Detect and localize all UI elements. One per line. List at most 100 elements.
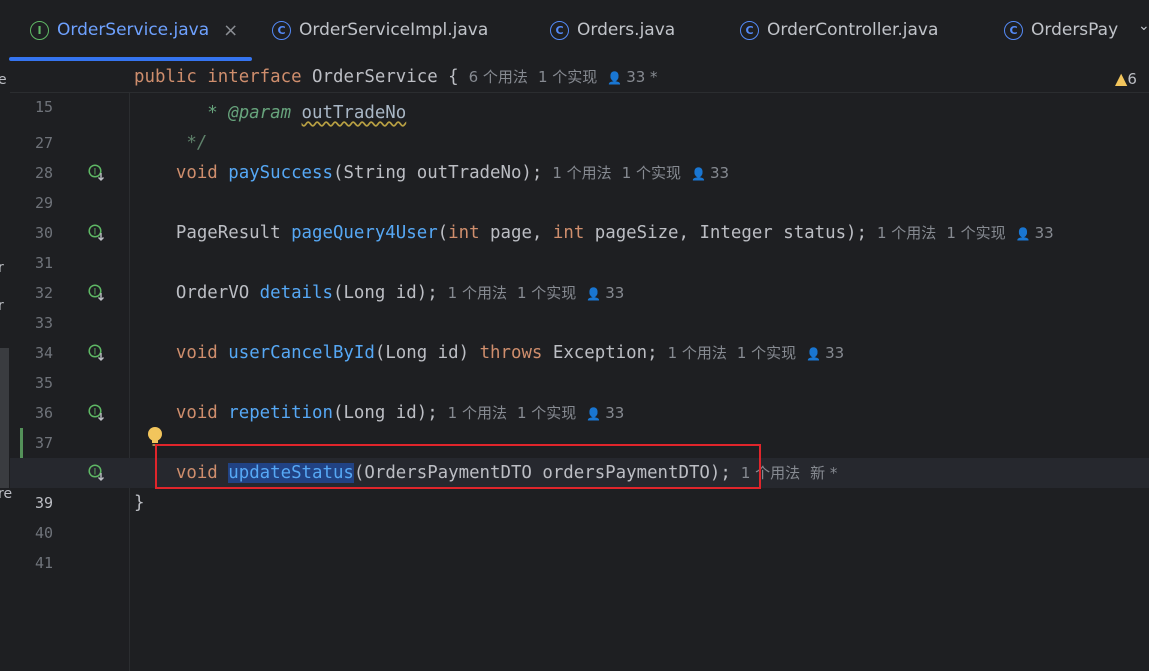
implemented-method-icon[interactable]: I — [88, 464, 106, 482]
author-hint[interactable]: 👤 33 * — [607, 68, 657, 86]
warning-triangle-icon: ▲ — [1115, 69, 1128, 88]
implementations-hint[interactable]: 1 个实现 — [517, 284, 576, 302]
code-text[interactable]: } — [134, 488, 144, 518]
annotation-highlight-box — [155, 444, 761, 489]
author-hint[interactable]: 👤 33 — [806, 344, 844, 362]
new-author-hint[interactable]: 新 * — [810, 464, 837, 482]
code-line: 35 I void userCancelById(Long id) throws… — [0, 338, 1149, 392]
chevron-down-icon[interactable]: ⌄ — [1138, 18, 1149, 34]
author-hint[interactable]: 👤 33 — [586, 404, 624, 422]
author-hint[interactable]: 👤 33 — [1016, 224, 1054, 242]
implemented-method-icon[interactable]: I — [88, 224, 106, 242]
person-icon: 👤 — [586, 287, 602, 301]
author-label: 33 — [1034, 224, 1054, 242]
class-icon: C — [1004, 20, 1023, 40]
closing-brace: } — [134, 493, 145, 513]
javadoc-tag: * @param — [207, 103, 292, 123]
method-args: (Long id) — [374, 343, 480, 363]
inspection-widget[interactable]: ▲6 — [1115, 69, 1137, 88]
left-panel-edge: e r r re — [0, 62, 12, 671]
implementations-hint[interactable]: 1 个实现 — [517, 404, 576, 422]
left-fragment: r — [0, 260, 4, 276]
person-icon: 👤 — [691, 167, 706, 181]
code-text[interactable]: */ — [134, 128, 207, 158]
code-line: 36 — [0, 368, 1149, 422]
left-fragment: r — [0, 298, 4, 314]
method-args: Exception; — [542, 343, 658, 363]
usages-hint[interactable]: 1 个用法 — [877, 224, 936, 242]
svg-text:I: I — [94, 288, 97, 298]
code-text[interactable]: void paySuccess(String outTradeNo); 1 个用法… — [134, 158, 729, 189]
usages-hint[interactable]: 6 个用法 — [469, 68, 528, 86]
author-hint[interactable]: 👤 33 — [691, 164, 729, 182]
tab-label: OrderController.java — [767, 20, 939, 40]
code-text[interactable]: void userCancelById(Long id) throws Exce… — [134, 338, 844, 369]
implementations-hint[interactable]: 1 个实现 — [622, 164, 681, 182]
code-line: 27 * @param outTradeNo — [0, 98, 1149, 152]
class-icon: C — [740, 20, 759, 40]
code-text[interactable]: PageResult pageQuery4User(int page, int … — [134, 218, 1054, 249]
scrollbar-thumb[interactable] — [0, 348, 9, 488]
method-name: details — [259, 283, 333, 303]
class-icon: C — [550, 20, 569, 40]
code-text[interactable]: OrderVO details(Long id); 1 个用法 1 个实现 👤 33 — [134, 278, 624, 309]
code-text[interactable]: void repetition(Long id); 1 个用法 1 个实现 👤 33 — [134, 398, 624, 429]
method-args: (Long id); — [332, 283, 438, 303]
usages-hint[interactable]: 1 个用法 — [552, 164, 611, 182]
svg-text:I: I — [94, 168, 97, 178]
person-icon: 👤 — [586, 407, 602, 421]
author-label: 33 — [605, 404, 625, 422]
keyword: int — [552, 223, 585, 243]
javadoc-param: outTradeNo — [301, 103, 407, 123]
code-text[interactable]: * @param outTradeNo — [134, 98, 406, 128]
warning-count: 6 — [1127, 70, 1137, 88]
implemented-method-icon[interactable]: I — [88, 344, 106, 362]
implementations-hint[interactable]: 1 个实现 — [538, 68, 597, 86]
implemented-method-icon[interactable]: I — [88, 284, 106, 302]
sticky-scroll-header: 15 public interface OrderService {6 个用法 1… — [0, 62, 1149, 116]
code-line: 15 public interface OrderService {6 个用法 1… — [0, 62, 1149, 116]
implemented-method-icon[interactable]: I — [88, 404, 106, 422]
code-line: 40 } — [0, 488, 1149, 542]
active-tab-indicator — [9, 57, 252, 61]
method-name: userCancelById — [228, 343, 375, 363]
tab-label: Orders.java — [577, 20, 676, 40]
usages-hint[interactable]: 1 个用法 — [448, 284, 507, 302]
code-line: 32 — [0, 248, 1149, 302]
editor-tab-bar: I OrderService.java × C OrderServiceImpl… — [0, 0, 1149, 62]
tab-orderserviceimpl[interactable]: C OrderServiceImpl.java — [272, 0, 488, 60]
code-line: 41 — [0, 518, 1149, 572]
tab-orderspay[interactable]: C OrdersPay — [1004, 0, 1118, 60]
method-args: (Long id); — [332, 403, 438, 423]
method-args: page, — [479, 223, 553, 243]
line-number: 41 — [34, 554, 53, 572]
author-label: 33 — [709, 164, 730, 182]
code-line: 34 — [0, 308, 1149, 362]
tab-label: OrderService.java — [57, 20, 210, 40]
code-line: 31 I PageResult pageQuery4User(int page,… — [0, 218, 1149, 272]
return-type: PageResult — [175, 223, 281, 243]
keyword: throws — [479, 343, 543, 363]
implemented-method-icon[interactable]: I — [88, 164, 106, 182]
method-name: pageQuery4User — [291, 223, 438, 243]
tab-orderservice[interactable]: I OrderService.java × — [30, 0, 238, 60]
method-name: repetition — [228, 403, 333, 423]
author-hint[interactable]: 👤 33 — [586, 284, 624, 302]
return-type: void — [175, 343, 218, 363]
code-text[interactable]: public interface OrderService {6 个用法 1 个实… — [134, 62, 658, 93]
tab-orders[interactable]: C Orders.java — [550, 0, 675, 60]
usages-hint[interactable]: 1 个用法 — [448, 404, 507, 422]
person-icon: 👤 — [806, 347, 822, 361]
svg-text:I: I — [94, 348, 97, 358]
tab-ordercontroller[interactable]: C OrderController.java — [740, 0, 938, 60]
implementations-hint[interactable]: 1 个实现 — [737, 344, 796, 362]
usages-hint[interactable]: 1 个用法 — [668, 344, 727, 362]
close-icon[interactable]: × — [223, 20, 238, 41]
interface-icon: I — [30, 20, 49, 40]
keyword: public — [134, 67, 197, 87]
keyword: interface — [207, 67, 302, 87]
comment-end: */ — [186, 133, 208, 153]
implementations-hint[interactable]: 1 个实现 — [946, 224, 1005, 242]
line-number: 15 — [34, 98, 53, 116]
code-line: 37 I void repetition(Long id); 1 个用法 1 个实现… — [0, 398, 1149, 452]
